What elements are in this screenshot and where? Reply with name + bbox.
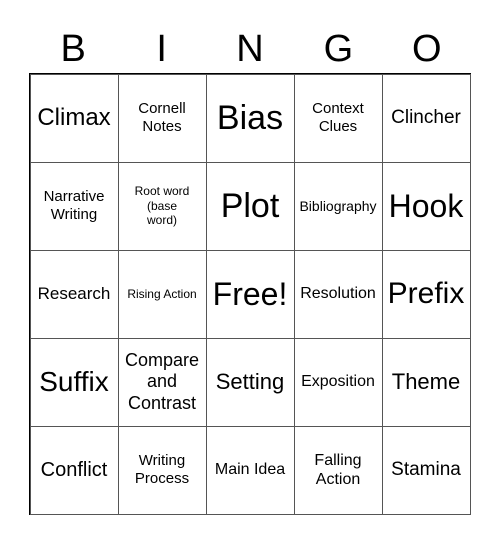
bingo-cell: Falling Action [293, 425, 383, 515]
bingo-cell: Stamina [381, 425, 471, 515]
bingo-cell: Plot [205, 161, 295, 251]
bingo-cell: Root word (base word) [117, 161, 207, 251]
bingo-cell: Rising Action [117, 249, 207, 339]
bingo-cell: Research [29, 249, 119, 339]
header-letter-b: B [60, 28, 86, 70]
bingo-cell: Cornell Notes [117, 73, 207, 163]
bingo-cell: Bias [205, 73, 295, 163]
bingo-cell: Suffix [29, 337, 119, 427]
bingo-cell: Climax [29, 73, 119, 163]
bingo-cell: Bibliography [293, 161, 383, 251]
header-letter-g: G [323, 28, 354, 70]
bingo-cell: Free! [205, 249, 295, 339]
bingo-cell: Conflict [29, 425, 119, 515]
bingo-cell: Exposition [293, 337, 383, 427]
bingo-cell: Context Clues [293, 73, 383, 163]
bingo-grid: Climax Cornell Notes Bias Context Clues Clin… [29, 73, 471, 515]
bingo-cell: Compare and Contrast [117, 337, 207, 427]
header-letter-o: O [412, 28, 442, 70]
bingo-cell: Setting [205, 337, 295, 427]
bingo-cell: Narrative Writing [29, 161, 119, 251]
bingo-cell: Resolution [293, 249, 383, 339]
header-letter-n: N [236, 28, 264, 70]
bingo-cell: Clincher [381, 73, 471, 163]
bingo-header: B I N G O [29, 26, 471, 72]
header-letter-i: I [156, 28, 167, 70]
bingo-cell: Hook [381, 161, 471, 251]
bingo-cell: Theme [381, 337, 471, 427]
bingo-cell: Writing Process [117, 425, 207, 515]
bingo-cell: Prefix [381, 249, 471, 339]
bingo-cell: Main Idea [205, 425, 295, 515]
